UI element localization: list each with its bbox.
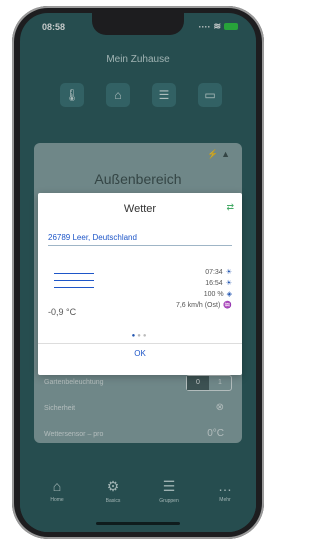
ok-button[interactable]: OK bbox=[38, 349, 242, 358]
home-indicator bbox=[96, 522, 180, 525]
weather-details: 07:34 ☀ 16:54 ☀ 100 % ◈ 7,6 km/h (Ost) ♒ bbox=[176, 267, 232, 311]
location-divider bbox=[48, 245, 232, 246]
sunrise-icon: ☀ bbox=[225, 269, 232, 276]
detail-row: 07:34 ☀ bbox=[205, 269, 232, 276]
weather-dialog: Wetter ⇄ 26789 Leer, Deutschland -0,9 °C… bbox=[38, 193, 242, 375]
wind-icon: ♒ bbox=[223, 302, 232, 309]
detail-row: 16:54 ☀ bbox=[205, 280, 232, 287]
notch bbox=[92, 13, 184, 35]
location-text: 26789 Leer, Deutschland bbox=[48, 233, 137, 242]
phone-screen: 08:58 ···· ≋ Mein Zuhause 🌡 ⌂ ☰ ▭ ⚡ ▲ Au… bbox=[20, 13, 256, 532]
sunset-icon: ☀ bbox=[225, 280, 232, 287]
humidity-icon: ◈ bbox=[226, 291, 232, 298]
refresh-icon[interactable]: ⇄ bbox=[226, 202, 234, 213]
detail-row: 100 % ◈ bbox=[203, 291, 232, 298]
page-indicator[interactable]: ●●● bbox=[38, 333, 242, 339]
fog-icon bbox=[54, 267, 94, 294]
detail-row: 7,6 km/h (Ost) ♒ bbox=[175, 302, 232, 309]
temperature-value: -0,9 °C bbox=[48, 307, 77, 317]
page-dot: ● bbox=[142, 333, 149, 339]
dialog-title: Wetter bbox=[123, 203, 157, 215]
dialog-divider bbox=[38, 343, 242, 344]
